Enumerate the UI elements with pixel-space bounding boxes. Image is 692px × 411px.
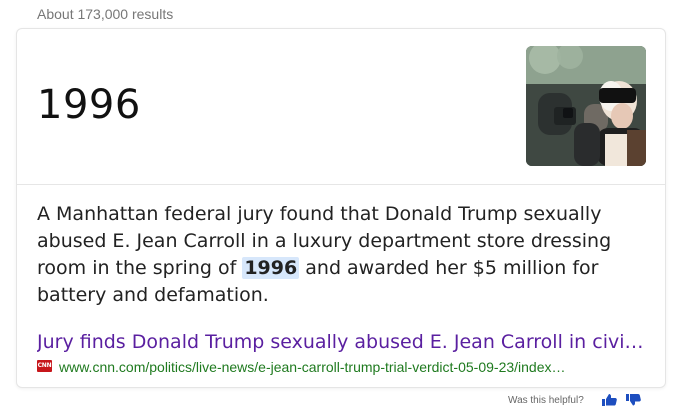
cnn-favicon-icon: CNN: [37, 360, 52, 372]
feedback-label: Was this helpful?: [508, 394, 584, 406]
thumbs-up-icon[interactable]: [601, 393, 619, 407]
feedback-icons: [597, 393, 644, 407]
answer-value: 1996: [37, 82, 141, 128]
answer-header: 1996: [17, 29, 665, 185]
answer-description: A Manhattan federal jury found that Dona…: [37, 201, 645, 309]
highlighted-year: 1996: [242, 257, 300, 279]
source-url-link[interactable]: www.cnn.com/politics/live-news/e-jean-ca…: [59, 358, 641, 376]
source-line: CNN www.cnn.com/politics/live-news/e-jea…: [37, 358, 647, 376]
answer-card: 1996 A Manhattan federal jury found that…: [16, 28, 666, 388]
result-count: About 173,000 results: [37, 6, 174, 22]
source-title-link[interactable]: Jury finds Donald Trump sexually abused …: [37, 329, 647, 355]
answer-image[interactable]: [526, 46, 646, 166]
search-page: About 173,000 results 1996 A Manhattan f…: [0, 0, 692, 411]
feedback-bar: Was this helpful?: [508, 393, 643, 407]
thumbs-down-icon[interactable]: [625, 393, 643, 407]
